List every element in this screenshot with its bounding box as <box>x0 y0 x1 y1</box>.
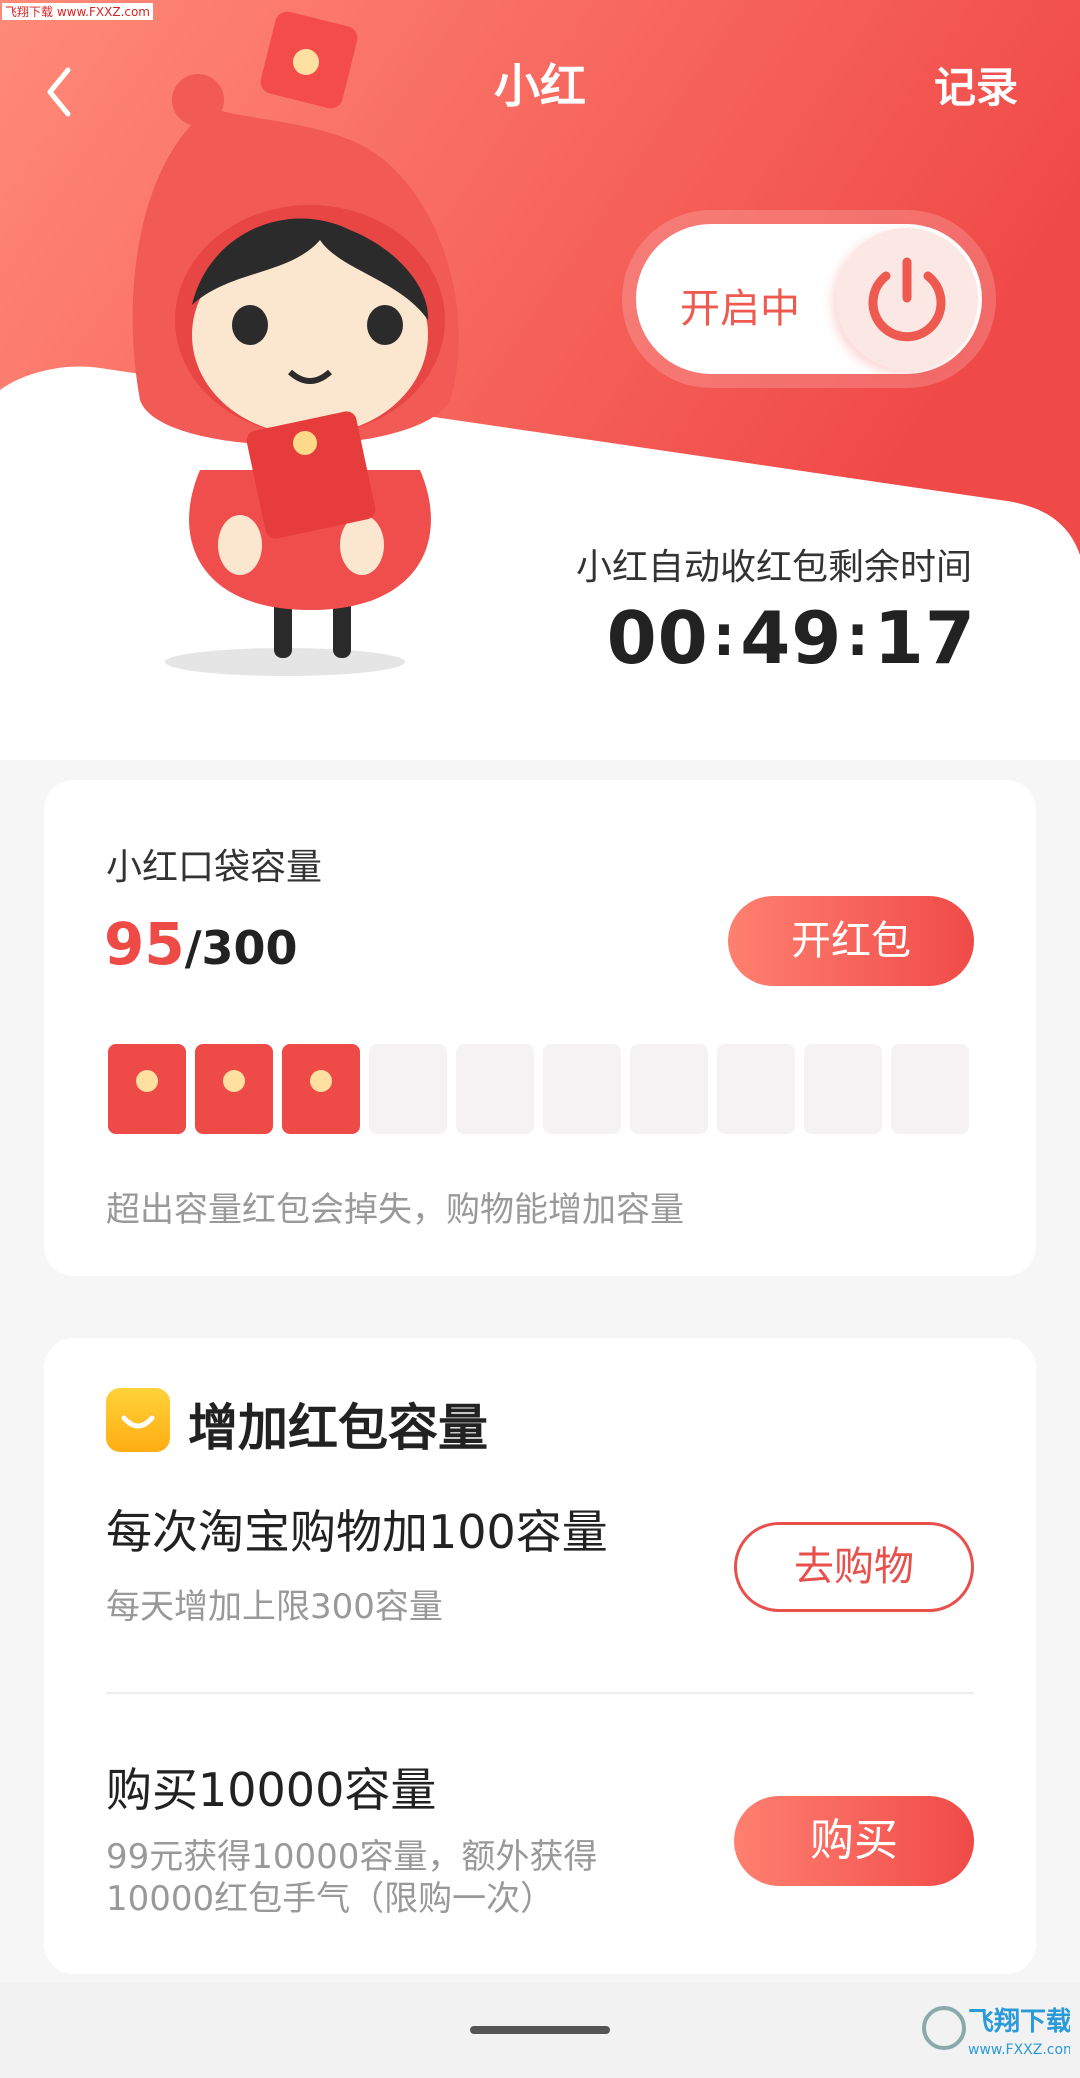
countdown-timer: 00:49:17 <box>607 596 976 680</box>
shopping-item-title: 每次淘宝购物加100容量 <box>106 1505 608 1559</box>
system-nav-bar: 飞翔下载 www.FXXZ.com <box>0 1982 1080 2078</box>
red-packet-slot-filled <box>195 1044 273 1134</box>
buy-button[interactable]: 购买 <box>734 1796 974 1886</box>
watermark-logo-url: www.FXXZ.com <box>968 2042 1070 2058</box>
timer-hours: 00 <box>606 596 709 680</box>
capacity-label: 小红口袋容量 <box>106 847 323 888</box>
timer-label: 小红自动收红包剩余时间 <box>575 547 972 588</box>
red-packet-slot-empty <box>804 1044 882 1134</box>
capacity-slots <box>108 1044 969 1134</box>
timer-seconds: 17 <box>873 596 976 680</box>
smile-bag-icon <box>106 1388 170 1452</box>
power-icon <box>868 257 946 342</box>
shopping-item-subtitle: 每天增加上限300容量 <box>106 1587 443 1627</box>
red-packet-slot-empty <box>891 1044 969 1134</box>
increase-capacity-card: 增加红包容量 每次淘宝购物加100容量 每天增加上限300容量 去购物 购买10… <box>44 1338 1036 1974</box>
buy-item-title: 购买10000容量 <box>106 1763 437 1817</box>
capacity-card: 小红口袋容量 95/300 开红包 超出容量红包会掉失，购物能增加容量 <box>44 780 1036 1276</box>
timer-separator: : <box>846 604 870 669</box>
red-packet-slot-empty <box>369 1044 447 1134</box>
capacity-current: 95 <box>104 910 185 978</box>
watermark-logo-text: 飞翔下载 <box>968 2007 1070 2037</box>
go-shopping-button[interactable]: 去购物 <box>734 1522 974 1612</box>
red-packet-slot-empty <box>543 1044 621 1134</box>
divider <box>106 1692 974 1694</box>
red-packet-slot-filled <box>108 1044 186 1134</box>
timer-separator: : <box>712 604 737 669</box>
buy-item-subtitle-line1: 99元获得10000容量，额外获得 <box>106 1837 598 1877</box>
capacity-tip: 超出容量红包会掉失，购物能增加容量 <box>106 1190 684 1230</box>
record-link[interactable]: 记录 <box>934 54 1018 115</box>
toggle-knob <box>836 228 978 370</box>
site-logo-watermark: 飞翔下载 www.FXXZ.com <box>922 2006 1070 2058</box>
red-packet-slot-empty <box>630 1044 708 1134</box>
open-red-packet-button[interactable]: 开红包 <box>728 896 974 986</box>
auto-collect-toggle[interactable]: 开启中 <box>636 224 982 374</box>
timer-minutes: 49 <box>740 596 843 680</box>
hero-section: 飞翔下载 www.FXXZ.com 小红 记录 开启中 小红自动收红包剩余时间 … <box>0 0 1080 760</box>
capacity-count: 95/300 <box>104 910 298 978</box>
red-packet-slot-empty <box>456 1044 534 1134</box>
section-title: 增加红包容量 <box>188 1399 488 1457</box>
toggle-label: 开启中 <box>680 286 800 332</box>
home-indicator[interactable] <box>470 2026 610 2034</box>
capacity-total: /300 <box>184 921 298 975</box>
red-packet-slot-empty <box>717 1044 795 1134</box>
buy-item-subtitle-line2: 10000红包手气（限购一次） <box>106 1879 555 1919</box>
red-packet-slot-filled <box>282 1044 360 1134</box>
page-title: 小红 <box>494 59 586 113</box>
